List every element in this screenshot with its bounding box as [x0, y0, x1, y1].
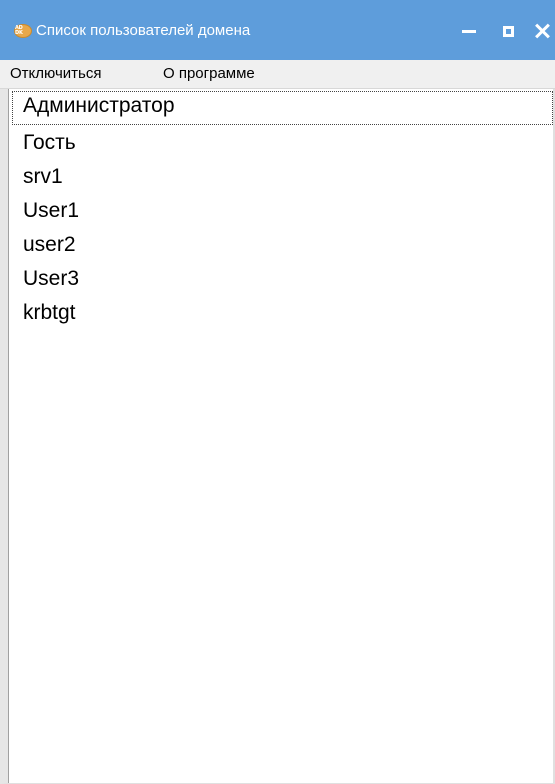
list-item-user[interactable]: srv1	[12, 162, 553, 196]
maximize-button[interactable]	[495, 18, 521, 44]
close-icon	[534, 23, 550, 39]
list-item-user[interactable]: Гость	[12, 128, 553, 162]
close-button[interactable]	[529, 18, 555, 44]
app-logo-text: AD DK	[15, 25, 23, 36]
list-item-user[interactable]: user2	[12, 230, 553, 264]
maximize-icon	[502, 25, 514, 37]
list-item-user[interactable]: User3	[12, 264, 553, 298]
app-window: AD DK Список пользователей домена Отключ…	[0, 0, 555, 784]
app-logo-icon: AD DK	[14, 24, 32, 38]
minimize-button[interactable]	[456, 18, 482, 44]
minimize-icon	[462, 29, 476, 33]
list-item-user[interactable]: krbtgt	[12, 298, 553, 332]
user-list[interactable]: Администратор Гость srv1 User1 user2 Use…	[0, 89, 555, 784]
list-item-user[interactable]: User1	[12, 196, 553, 230]
title-bar[interactable]: AD DK Список пользователей домена	[0, 0, 555, 60]
menu-item-about[interactable]: О программе	[163, 65, 255, 82]
list-item-user[interactable]: Администратор	[12, 91, 553, 125]
window-title: Список пользователей домена	[36, 22, 251, 39]
menu-item-disconnect[interactable]: Отключиться	[10, 65, 101, 82]
menu-bar: Отключиться О программе	[0, 60, 555, 89]
